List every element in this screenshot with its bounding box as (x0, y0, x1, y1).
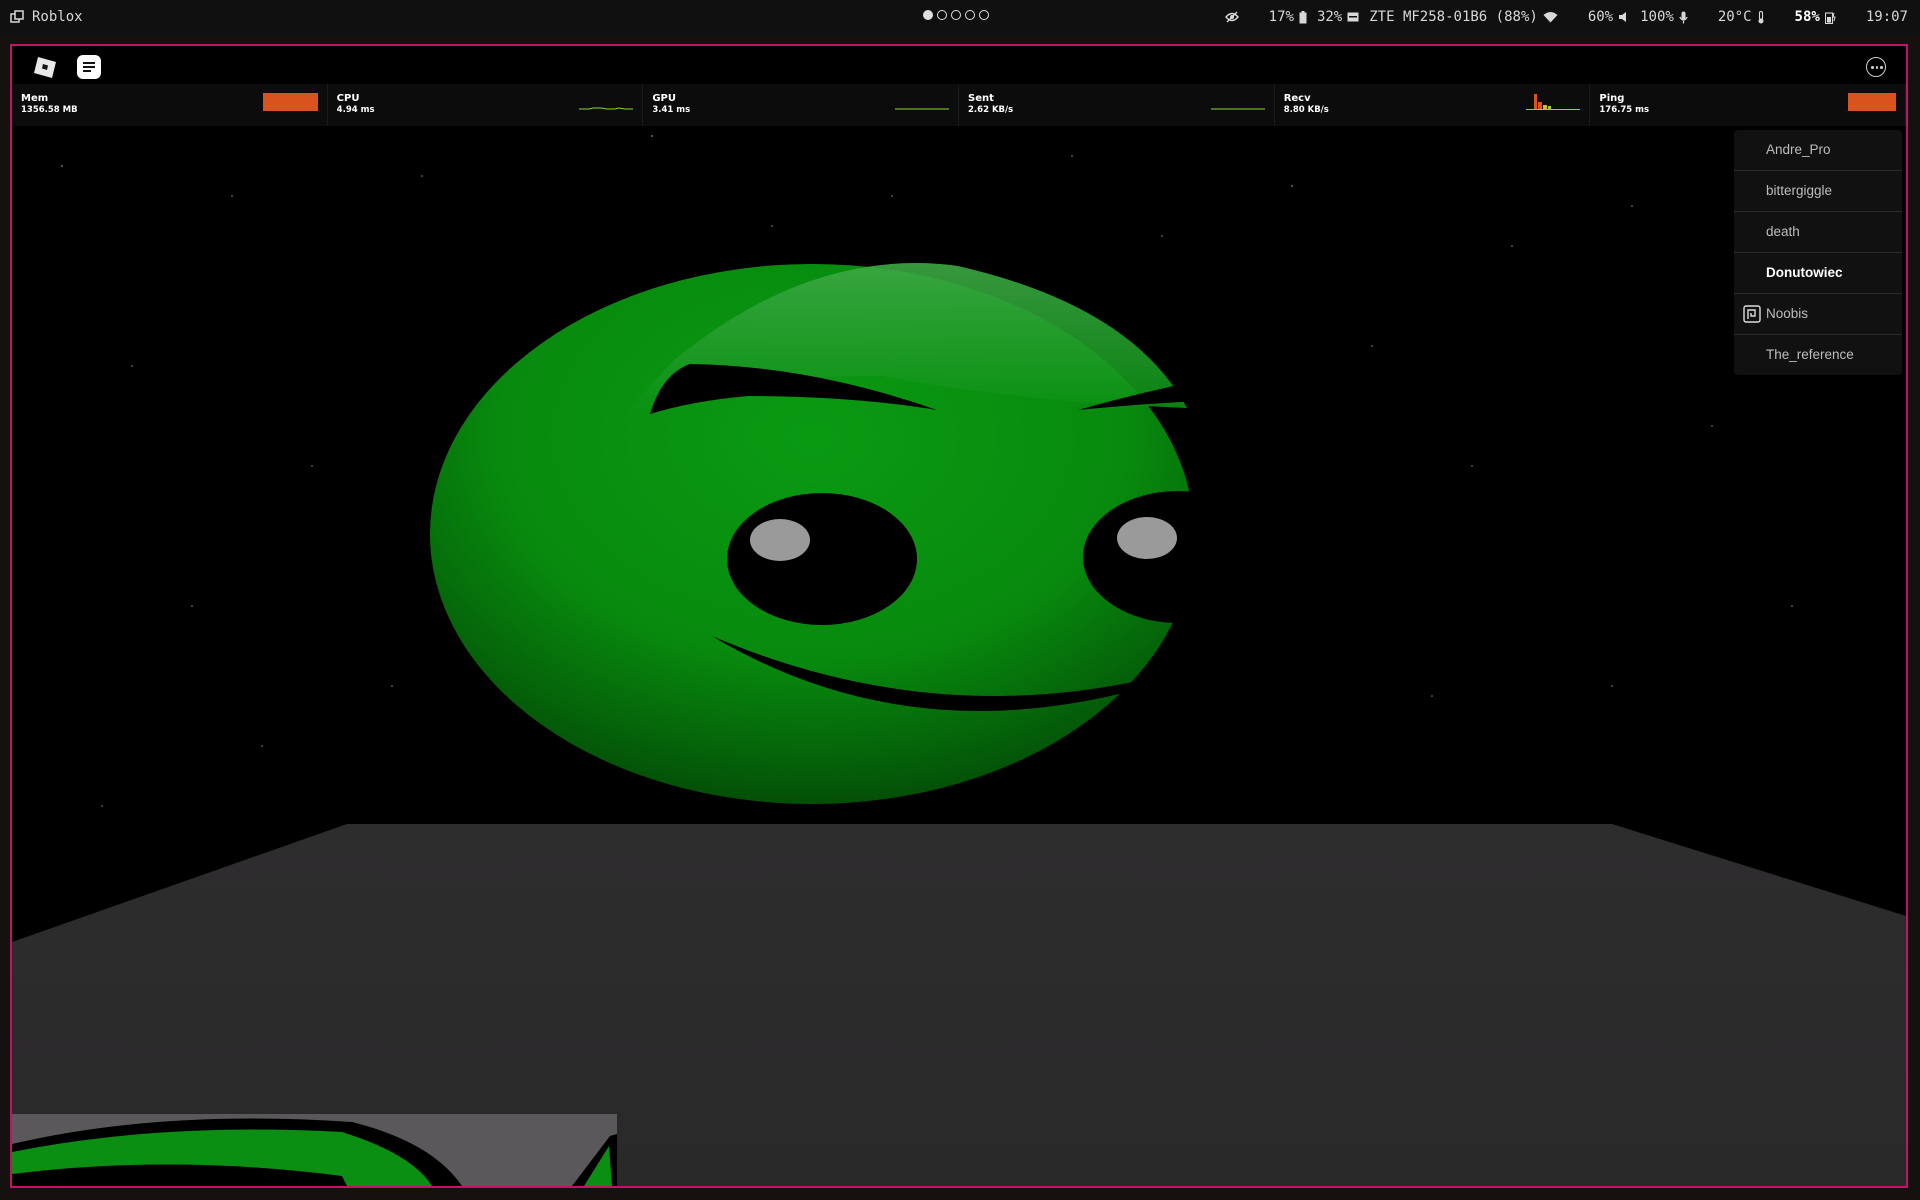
stat-name: Recv (1283, 93, 1311, 104)
temperature-indicator[interactable]: 20°C (1718, 9, 1765, 25)
player-row[interactable]: Noobis (1734, 294, 1902, 335)
stat-value: 3.41 ms (652, 105, 691, 115)
window-icon (10, 10, 24, 23)
charging-battery-icon (1824, 11, 1836, 24)
eye-icon (1224, 11, 1239, 23)
player-name: The_reference (1766, 347, 1854, 362)
device-battery-value: 17% (1268, 9, 1294, 25)
player-name: bittergiggle (1766, 183, 1833, 198)
active-window-title: Roblox (32, 9, 83, 25)
volume-icon (1619, 12, 1627, 22)
volume-value: 100% (1640, 9, 1674, 25)
avatar-preview (12, 1114, 617, 1186)
performance-stats-bar: Mem 1356.58 MB CPU 4.94 ms GPU 3.41 ms S… (12, 84, 1906, 126)
stat-value: 8.80 KB/s (1283, 105, 1329, 115)
workspace-switcher (923, 10, 989, 20)
stat-graph (895, 108, 950, 110)
status-area: 17% 32% ZTE MF258-01B6 (88%) 60% 100% 20… (1224, 0, 1908, 34)
player-row[interactable]: death (1734, 212, 1902, 253)
wifi-icon (1543, 12, 1558, 23)
stat-cpu[interactable]: CPU 4.94 ms (328, 84, 644, 126)
stat-value: 176.75 ms (1599, 105, 1650, 115)
stat-recv[interactable]: Recv 8.80 KB/s (1275, 84, 1591, 126)
stat-value: 4.94 ms (336, 105, 375, 115)
thermometer-icon (1758, 10, 1764, 23)
network-indicator[interactable]: ZTE MF258-01B6 (88%) (1369, 9, 1558, 25)
roblox-menu-button[interactable] (32, 54, 58, 80)
game-viewport[interactable] (12, 46, 1906, 1186)
roblox-logo-icon (34, 57, 56, 78)
drive-icon (1347, 12, 1359, 22)
storage-value: 32% (1316, 9, 1343, 25)
chat-icon (83, 62, 95, 72)
game-toolbar (12, 46, 1906, 84)
volume-indicator[interactable]: 100% (1640, 9, 1688, 25)
clock-time: 19:07 (1865, 9, 1908, 25)
workspace-3[interactable] (951, 10, 961, 20)
network-name: ZTE MF258-01B6 (88%) (1369, 9, 1538, 25)
more-button[interactable] (1866, 57, 1886, 77)
workspace-4[interactable] (965, 10, 975, 20)
stat-ping[interactable]: Ping 176.75 ms (1590, 84, 1906, 126)
stat-name: Ping (1599, 93, 1625, 104)
eye-indicator[interactable] (1224, 11, 1239, 23)
player-row[interactable]: Andre_Pro (1734, 130, 1902, 171)
brightness-indicator[interactable]: 60% (1588, 9, 1630, 25)
stat-name: CPU (336, 93, 360, 104)
player-list: Andre_Pro bittergiggle death Donutowiec … (1734, 130, 1902, 375)
stat-gpu[interactable]: GPU 3.41 ms (643, 84, 960, 126)
roblox-game-window[interactable]: Mem 1356.58 MB CPU 4.94 ms GPU 3.41 ms S… (10, 44, 1908, 1188)
player-name: Andre_Pro (1766, 142, 1831, 157)
stat-graph (579, 107, 634, 110)
stat-name: Mem (21, 93, 49, 104)
mic-icon (1679, 11, 1688, 23)
workspace-2[interactable] (937, 10, 947, 20)
storage-indicator[interactable]: 32% (1317, 9, 1359, 25)
stat-value: 1356.58 MB (21, 105, 78, 115)
battery-icon (1299, 10, 1307, 23)
stat-sent[interactable]: Sent 2.62 KB/s (959, 84, 1275, 126)
stat-bar (1848, 93, 1897, 111)
stat-name: GPU (652, 93, 677, 104)
battery-value: 58% (1794, 9, 1820, 25)
player-name: death (1766, 224, 1800, 239)
temperature-value: 20°C (1717, 9, 1752, 25)
player-name: Donutowiec (1766, 265, 1843, 280)
stat-name: Sent (968, 93, 994, 104)
clock[interactable]: 19:07 (1866, 9, 1908, 25)
player-name: Noobis (1766, 306, 1809, 321)
stat-mem[interactable]: Mem 1356.58 MB (12, 84, 328, 126)
stat-value: 2.62 KB/s (968, 105, 1014, 115)
player-row[interactable]: bittergiggle (1734, 171, 1902, 212)
brightness-value: 60% (1587, 9, 1614, 25)
workspace-5[interactable] (979, 10, 989, 20)
player-row-local[interactable]: Donutowiec (1734, 253, 1902, 294)
stat-bar (262, 93, 318, 111)
stat-graph (1526, 94, 1581, 110)
workspace-1[interactable] (923, 10, 933, 20)
chat-button[interactable] (77, 55, 101, 79)
active-window-indicator[interactable]: Roblox (10, 0, 83, 34)
device-battery-indicator[interactable]: 17% (1269, 9, 1307, 25)
battery-indicator[interactable]: 58% (1795, 9, 1836, 25)
player-badge-icon (1743, 305, 1761, 323)
system-top-bar: Roblox 17% 32% ZTE MF258-01B6 (88%) 60% … (0, 0, 1920, 34)
player-row[interactable]: The_reference (1734, 335, 1902, 375)
stat-graph (1210, 108, 1265, 110)
